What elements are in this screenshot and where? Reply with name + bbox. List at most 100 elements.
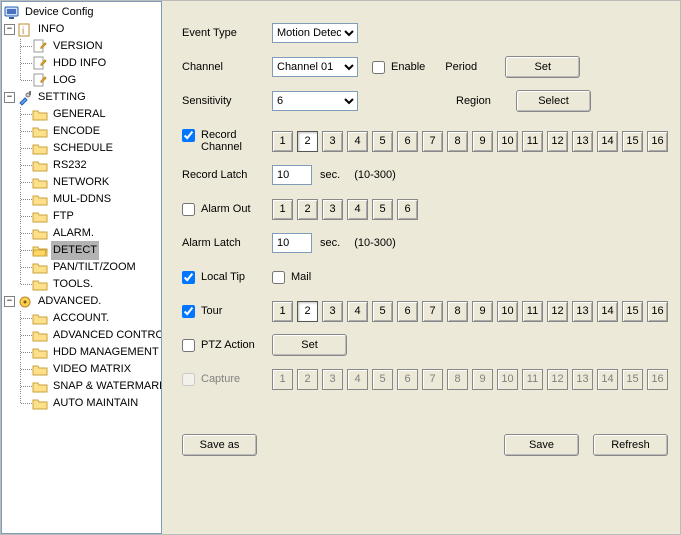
- event-type-select[interactable]: Motion Detec: [272, 23, 358, 43]
- channel-button-4[interactable]: 4: [347, 131, 368, 152]
- channel-label: Channel: [182, 61, 272, 73]
- tree-item-alarm[interactable]: ALARM.: [4, 225, 159, 242]
- tree-item-automaintain[interactable]: AUTO MAINTAIN: [4, 395, 159, 412]
- channel-button-15[interactable]: 15: [622, 131, 643, 152]
- tree-root[interactable]: Device Config: [4, 4, 159, 21]
- info-icon: i: [17, 22, 33, 38]
- tree-item-schedule[interactable]: SCHEDULE: [4, 140, 159, 157]
- tree-item-hddinfo[interactable]: HDD INFO: [4, 55, 159, 72]
- channel-button-8[interactable]: 8: [447, 301, 468, 322]
- collapse-icon[interactable]: −: [4, 24, 15, 35]
- alarm-latch-range: (10-300): [354, 237, 396, 249]
- folder-icon: [32, 192, 48, 208]
- channel-button-2[interactable]: 2: [297, 199, 318, 220]
- channel-button-5[interactable]: 5: [372, 131, 393, 152]
- collapse-icon[interactable]: −: [4, 296, 15, 307]
- folder-open-icon: [32, 243, 48, 259]
- channel-button-3: 3: [322, 369, 343, 390]
- channel-button-7[interactable]: 7: [422, 301, 443, 322]
- channel-button-14[interactable]: 14: [597, 301, 618, 322]
- channel-button-6[interactable]: 6: [397, 131, 418, 152]
- channel-button-13[interactable]: 13: [572, 301, 593, 322]
- channel-button-9: 9: [472, 369, 493, 390]
- channel-button-4[interactable]: 4: [347, 301, 368, 322]
- channel-button-1[interactable]: 1: [272, 131, 293, 152]
- tree-item-ptz[interactable]: PAN/TILT/ZOOM: [4, 259, 159, 276]
- channel-button-10[interactable]: 10: [497, 131, 518, 152]
- tree-item-tools[interactable]: TOOLS.: [4, 276, 159, 293]
- channel-button-12: 12: [547, 369, 568, 390]
- tree-setting[interactable]: − SETTING: [4, 89, 159, 106]
- channel-button-2[interactable]: 2: [297, 301, 318, 322]
- channel-button-11[interactable]: 11: [522, 301, 543, 322]
- channel-button-6[interactable]: 6: [397, 199, 418, 220]
- tree-info[interactable]: − i INFO: [4, 21, 159, 38]
- local-tip-label: Local Tip: [201, 271, 245, 283]
- channel-button-11[interactable]: 11: [522, 131, 543, 152]
- channel-button-13[interactable]: 13: [572, 131, 593, 152]
- channel-button-9[interactable]: 9: [472, 301, 493, 322]
- enable-checkbox[interactable]: [372, 61, 385, 74]
- ptz-set-button[interactable]: Set: [272, 334, 347, 356]
- channel-button-13: 13: [572, 369, 593, 390]
- refresh-button[interactable]: Refresh: [593, 434, 668, 456]
- save-button[interactable]: Save: [504, 434, 579, 456]
- channel-button-14[interactable]: 14: [597, 131, 618, 152]
- channel-button-4[interactable]: 4: [347, 199, 368, 220]
- tree-item-snap[interactable]: SNAP & WATERMARK: [4, 378, 159, 395]
- channel-button-1[interactable]: 1: [272, 301, 293, 322]
- channel-button-12[interactable]: 12: [547, 131, 568, 152]
- local-tip-checkbox[interactable]: [182, 271, 195, 284]
- mail-checkbox[interactable]: [272, 271, 285, 284]
- collapse-icon[interactable]: −: [4, 92, 15, 103]
- tree-item-encode[interactable]: ENCODE: [4, 123, 159, 140]
- tour-checkbox[interactable]: [182, 305, 195, 318]
- record-latch-input[interactable]: [272, 165, 312, 185]
- channel-select[interactable]: Channel 01: [272, 57, 358, 77]
- alarm-out-checkbox[interactable]: [182, 203, 195, 216]
- tree-item-advcontrol[interactable]: ADVANCED CONTROL.: [4, 327, 159, 344]
- tree-item-general[interactable]: GENERAL: [4, 106, 159, 123]
- alarm-latch-input[interactable]: [272, 233, 312, 253]
- tree-advanced[interactable]: − ADVANCED.: [4, 293, 159, 310]
- channel-button-5: 5: [372, 369, 393, 390]
- channel-button-16[interactable]: 16: [647, 131, 668, 152]
- channel-button-3[interactable]: 3: [322, 131, 343, 152]
- ptz-checkbox[interactable]: [182, 339, 195, 352]
- tree-item-network[interactable]: NETWORK: [4, 174, 159, 191]
- region-select-button[interactable]: Select: [516, 90, 591, 112]
- channel-button-7[interactable]: 7: [422, 131, 443, 152]
- tree-item-videomatrix[interactable]: VIDEO MATRIX: [4, 361, 159, 378]
- tree-item-ftp[interactable]: FTP: [4, 208, 159, 225]
- tree-item-rs232[interactable]: RS232: [4, 157, 159, 174]
- channel-button-3[interactable]: 3: [322, 301, 343, 322]
- channel-button-6[interactable]: 6: [397, 301, 418, 322]
- channel-button-10[interactable]: 10: [497, 301, 518, 322]
- channel-button-1[interactable]: 1: [272, 199, 293, 220]
- tree-item-detect[interactable]: DETECT: [4, 242, 159, 259]
- capture-checkbox: [182, 373, 195, 386]
- record-channel-checkbox[interactable]: [182, 129, 195, 142]
- tree-item-hddmgmt[interactable]: HDD MANAGEMENT: [4, 344, 159, 361]
- alarm-out-buttons: 123456: [272, 199, 418, 220]
- channel-button-2[interactable]: 2: [297, 131, 318, 152]
- channel-button-5[interactable]: 5: [372, 301, 393, 322]
- folder-icon: [32, 107, 48, 123]
- channel-button-3[interactable]: 3: [322, 199, 343, 220]
- channel-button-12[interactable]: 12: [547, 301, 568, 322]
- folder-icon: [32, 209, 48, 225]
- channel-button-8[interactable]: 8: [447, 131, 468, 152]
- folder-icon: [32, 141, 48, 157]
- tree-item-account[interactable]: ACCOUNT.: [4, 310, 159, 327]
- channel-button-16[interactable]: 16: [647, 301, 668, 322]
- save-as-button[interactable]: Save as: [182, 434, 257, 456]
- tree-item-log[interactable]: LOG: [4, 72, 159, 89]
- period-set-button[interactable]: Set: [505, 56, 580, 78]
- channel-button-15[interactable]: 15: [622, 301, 643, 322]
- tree-item-version[interactable]: VERSION: [4, 38, 159, 55]
- tree-item-mulddns[interactable]: MUL-DDNS: [4, 191, 159, 208]
- sensitivity-select[interactable]: 6: [272, 91, 358, 111]
- channel-button-9[interactable]: 9: [472, 131, 493, 152]
- folder-icon: [32, 158, 48, 174]
- channel-button-5[interactable]: 5: [372, 199, 393, 220]
